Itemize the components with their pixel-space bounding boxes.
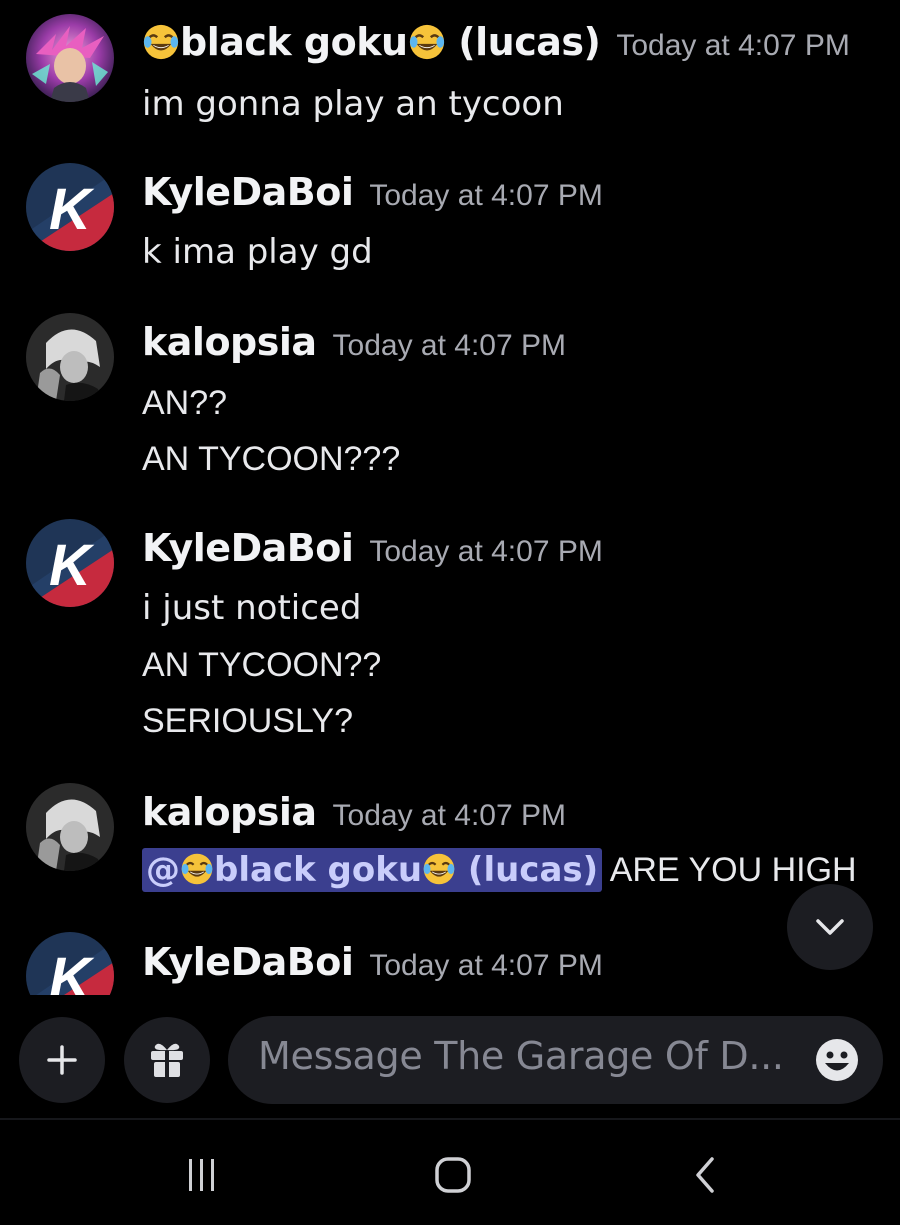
message-text: k ima play gd <box>142 232 373 272</box>
username[interactable]: kalopsia <box>142 790 317 834</box>
jump-to-present-button[interactable] <box>787 884 873 970</box>
avatar[interactable] <box>26 313 114 401</box>
joy-emoji-icon <box>422 852 456 886</box>
message-input[interactable]: Message The Garage Of D... <box>228 1016 883 1104</box>
gift-icon <box>151 1043 183 1077</box>
message-header: KyleDaBoi Today at 4:07 PM <box>142 170 603 214</box>
recent-apps-button[interactable] <box>172 1150 232 1200</box>
username[interactable]: kalopsia <box>142 320 317 364</box>
message-header: kalopsia Today at 4:07 PM <box>142 320 566 364</box>
timestamp: Today at 4:07 PM <box>616 29 850 62</box>
home-icon <box>435 1157 471 1193</box>
recent-apps-icon <box>189 1159 214 1191</box>
svg-text:K: K <box>49 946 95 995</box>
message-text: @ black goku (lucas) ARE YOU HIGH <box>142 848 857 892</box>
message-header: KyleDaBoi Today at 4:07 PM <box>142 940 603 984</box>
timestamp: Today at 4:07 PM <box>369 949 603 982</box>
username[interactable]: KyleDaBoi <box>142 940 354 984</box>
smiley-face-icon[interactable] <box>813 1036 861 1084</box>
timestamp: Today at 4:07 PM <box>332 799 567 832</box>
timestamp: Today at 4:07 PM <box>332 329 567 362</box>
back-button[interactable] <box>676 1150 736 1200</box>
back-icon <box>696 1157 714 1193</box>
svg-text:K: K <box>49 177 95 242</box>
avatar[interactable]: K <box>26 519 114 607</box>
plus-icon <box>47 1045 77 1075</box>
avatar[interactable]: K <box>26 932 114 995</box>
message-text: AN?? <box>142 384 228 422</box>
username[interactable]: black goku (lucas) <box>142 20 601 64</box>
chevron-down-icon <box>816 919 844 935</box>
svg-text:K: K <box>49 533 95 598</box>
timestamp: Today at 4:07 PM <box>369 179 603 212</box>
gift-button[interactable] <box>124 1017 210 1103</box>
timestamp: Today at 4:07 PM <box>369 535 603 568</box>
user-mention[interactable]: @ black goku (lucas) <box>142 848 603 892</box>
message-list[interactable]: black goku (lucas) Today at 4:07 PM im go… <box>0 0 900 995</box>
message-text: i just noticed <box>142 588 362 628</box>
message-text: im gonna play an tycoon <box>142 84 564 124</box>
message-input-placeholder: Message The Garage Of D... <box>258 1034 784 1078</box>
message-header: black goku (lucas) Today at 4:07 PM <box>142 20 850 64</box>
joy-emoji-icon <box>180 852 214 886</box>
avatar[interactable] <box>26 783 114 871</box>
message-header: KyleDaBoi Today at 4:07 PM <box>142 526 603 570</box>
username[interactable]: KyleDaBoi <box>142 526 354 570</box>
joy-emoji-icon <box>142 23 180 61</box>
message-header: kalopsia Today at 4:07 PM <box>142 790 566 834</box>
add-attachment-button[interactable] <box>19 1017 105 1103</box>
username[interactable]: KyleDaBoi <box>142 170 354 214</box>
message-text: AN TYCOON?? <box>142 646 382 684</box>
avatar[interactable] <box>26 14 114 102</box>
home-button[interactable] <box>423 1150 483 1200</box>
message-text: SERIOUSLY? <box>142 702 354 740</box>
avatar[interactable]: K <box>26 163 114 251</box>
joy-emoji-icon <box>408 23 446 61</box>
message-text: AN TYCOON??? <box>142 440 401 478</box>
